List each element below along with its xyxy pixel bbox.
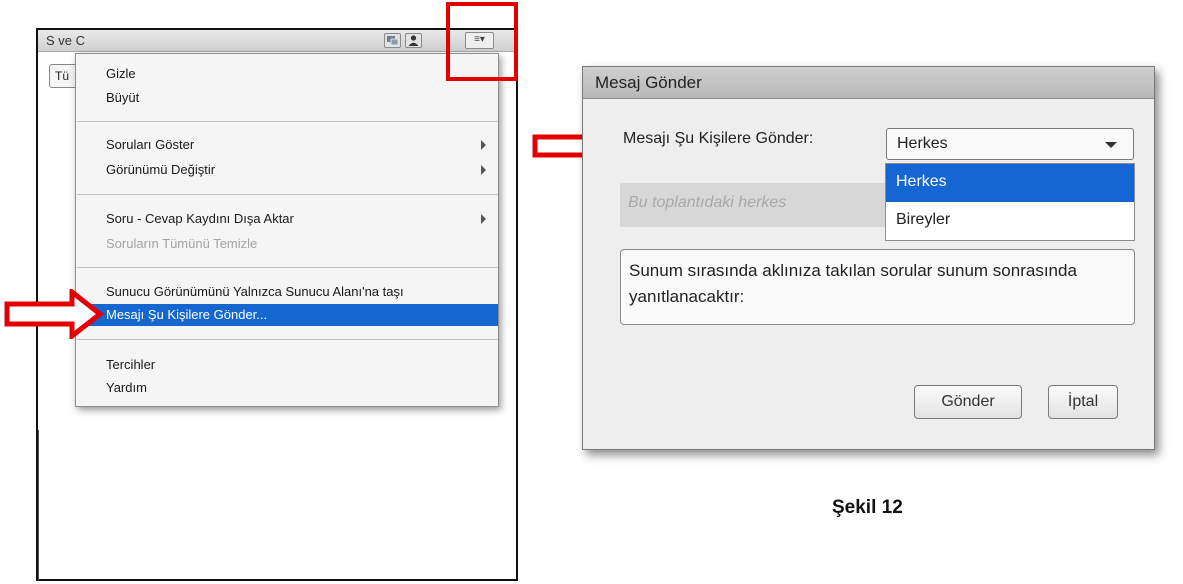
person-icon[interactable] bbox=[405, 33, 422, 48]
chevron-down-icon bbox=[1105, 142, 1117, 148]
monitor-icon[interactable] bbox=[384, 33, 401, 48]
menu-separator bbox=[77, 339, 498, 340]
menu-item-label: Soruların Tümünü Temizle bbox=[106, 236, 258, 251]
pod-options-menu: Gizle Büyüt Soruları Göster Görünümü Değ… bbox=[75, 53, 499, 407]
option-everyone[interactable]: Herkes bbox=[886, 164, 1134, 202]
menu-separator bbox=[77, 267, 498, 268]
send-to-label: Mesajı Şu Kişilere Gönder: bbox=[623, 130, 814, 147]
send-button[interactable]: Gönder bbox=[914, 385, 1022, 419]
submenu-arrow-icon bbox=[481, 140, 486, 150]
recipient-select[interactable]: Herkes bbox=[886, 128, 1134, 160]
menu-item-label: Soruları Göster bbox=[106, 137, 195, 152]
recipient-field: Bu toplantıdaki herkes bbox=[620, 183, 886, 227]
menu-item-move-presenter-view[interactable]: Sunucu Görünümünü Yalnızca Sunucu Alanı'… bbox=[76, 281, 498, 303]
submenu-arrow-icon bbox=[481, 214, 486, 224]
menu-item-hide[interactable]: Gizle bbox=[76, 63, 498, 85]
pointer-arrow-icon bbox=[4, 289, 104, 339]
submenu-arrow-icon bbox=[481, 165, 486, 175]
figure-caption: Şekil 12 bbox=[832, 497, 903, 518]
menu-item-help[interactable]: Yardım bbox=[76, 377, 498, 399]
cancel-button[interactable]: İptal bbox=[1048, 385, 1118, 419]
menu-separator bbox=[77, 121, 498, 122]
tab-all-label: Tü bbox=[55, 69, 70, 83]
menu-item-show-questions[interactable]: Soruları Göster bbox=[76, 134, 498, 156]
menu-item-preferences[interactable]: Tercihler bbox=[76, 354, 498, 376]
menu-item-label: Gizle bbox=[106, 66, 136, 81]
message-textarea[interactable]: Sunum sırasında aklınıza takılan sorular… bbox=[620, 249, 1135, 325]
menu-item-send-message-to[interactable]: Mesajı Şu Kişilere Gönder... bbox=[76, 304, 498, 326]
recipient-select-value: Herkes bbox=[897, 135, 948, 152]
menu-item-export-qa-log[interactable]: Soru - Cevap Kaydını Dışa Aktar bbox=[76, 208, 498, 230]
dialog-title: Mesaj Gönder bbox=[595, 73, 702, 92]
dialog-title-bar: Mesaj Gönder bbox=[583, 67, 1154, 99]
menu-item-label: Sunucu Görünümünü Yalnızca Sunucu Alanı'… bbox=[106, 284, 404, 299]
menu-item-label: Görünümü Değiştir bbox=[106, 162, 216, 177]
option-label: Herkes bbox=[896, 173, 947, 190]
menu-item-label: Mesajı Şu Kişilere Gönder... bbox=[106, 307, 268, 322]
pod-title: S ve C bbox=[46, 33, 86, 48]
menu-separator bbox=[77, 194, 498, 195]
option-label: Bireyler bbox=[896, 211, 951, 228]
menu-item-maximize[interactable]: Büyüt bbox=[76, 87, 498, 109]
menu-item-label: Büyüt bbox=[106, 90, 140, 105]
menu-item-clear-all-questions: Soruların Tümünü Temizle bbox=[76, 233, 498, 255]
menu-item-change-view[interactable]: Görünümü Değiştir bbox=[76, 159, 498, 181]
send-message-dialog: Mesaj Gönder Mesajı Şu Kişilere Gönder: … bbox=[582, 66, 1155, 450]
recipient-placeholder: Bu toplantıdaki herkes bbox=[628, 194, 787, 211]
highlight-box bbox=[446, 2, 518, 81]
menu-item-label: Soru - Cevap Kaydını Dışa Aktar bbox=[106, 211, 294, 226]
menu-item-label: Yardım bbox=[106, 380, 147, 395]
recipient-options-list: Herkes Bireyler bbox=[885, 163, 1135, 241]
option-individuals[interactable]: Bireyler bbox=[886, 202, 1134, 240]
divider bbox=[38, 430, 39, 580]
pod-title-bar: S ve C ≡▾ bbox=[38, 30, 516, 52]
menu-item-label: Tercihler bbox=[106, 357, 156, 372]
